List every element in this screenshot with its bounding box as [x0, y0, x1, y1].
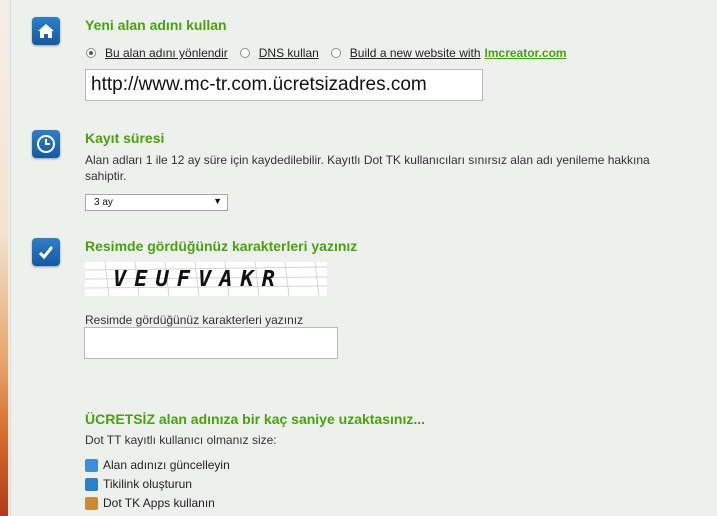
option-forward[interactable]: Bu alan adını yönlendir: [86, 46, 228, 60]
section-title-new-domain: Yeni alan adını kullan: [85, 17, 227, 33]
refresh-icon: [85, 458, 98, 472]
list-item: Alan adınızı güncelleyin: [85, 458, 230, 472]
imcreator-link[interactable]: Imcreator.com: [485, 46, 567, 60]
option-forward-label[interactable]: Bu alan adını yönlendir: [105, 46, 228, 60]
option-dns-label[interactable]: DNS kullan: [259, 46, 319, 60]
clock-icon: [32, 130, 60, 158]
domain-form-panel: Yeni alan adını kullan Bu alan adını yön…: [10, 0, 717, 516]
option-dns[interactable]: DNS kullan: [239, 46, 319, 60]
benefits-title: ÜCRETSİZ alan adınıza bir kaç saniye uza…: [85, 411, 425, 427]
radio-build-website[interactable]: [330, 48, 341, 58]
link-icon: [85, 477, 98, 491]
registration-period-description: Alan adları 1 ile 12 ay süre için kayded…: [85, 153, 650, 183]
checkmark-icon: [32, 238, 60, 266]
url-input[interactable]: [85, 69, 483, 101]
domain-usage-options: Bu alan adını yönlendir DNS kullan Build…: [86, 46, 579, 60]
benefit-update-domain: Alan adınızı güncelleyin: [103, 458, 230, 472]
benefit-apps: Dot TK Apps kullanın: [103, 496, 215, 510]
option-build-website[interactable]: Build a new website with Imcreator.com: [330, 46, 567, 60]
chevron-down-icon: ▼: [213, 196, 222, 206]
list-item: Tikilink oluşturun: [85, 477, 192, 491]
window-left-edge: [0, 0, 8, 516]
section-title-registration-period: Kayıt süresi: [85, 130, 165, 146]
captcha-characters: VEUFVAKR: [113, 267, 283, 292]
option-build-website-label[interactable]: Build a new website with: [350, 46, 481, 60]
home-icon: [32, 17, 60, 45]
radio-dns[interactable]: [239, 48, 250, 58]
captcha-image: VEUFVAKR: [85, 262, 327, 296]
benefits-subtitle: Dot TT kayıtlı kullanıcı olmanız size:: [85, 433, 277, 447]
captcha-input-label: Resimde gördüğünüz karakterleri yazınız: [85, 313, 304, 327]
list-item: Dot TK Apps kullanın: [85, 496, 215, 510]
selected-period: 3 ay: [94, 197, 113, 208]
registration-period-select[interactable]: 3 ay ▼: [85, 194, 228, 211]
section-title-captcha: Resimde gördüğünüz karakterleri yazınız: [85, 238, 358, 254]
radio-forward[interactable]: [86, 48, 96, 58]
captcha-input[interactable]: [84, 327, 338, 359]
apps-icon: [85, 496, 98, 510]
benefit-tikilink: Tikilink oluşturun: [103, 477, 192, 491]
